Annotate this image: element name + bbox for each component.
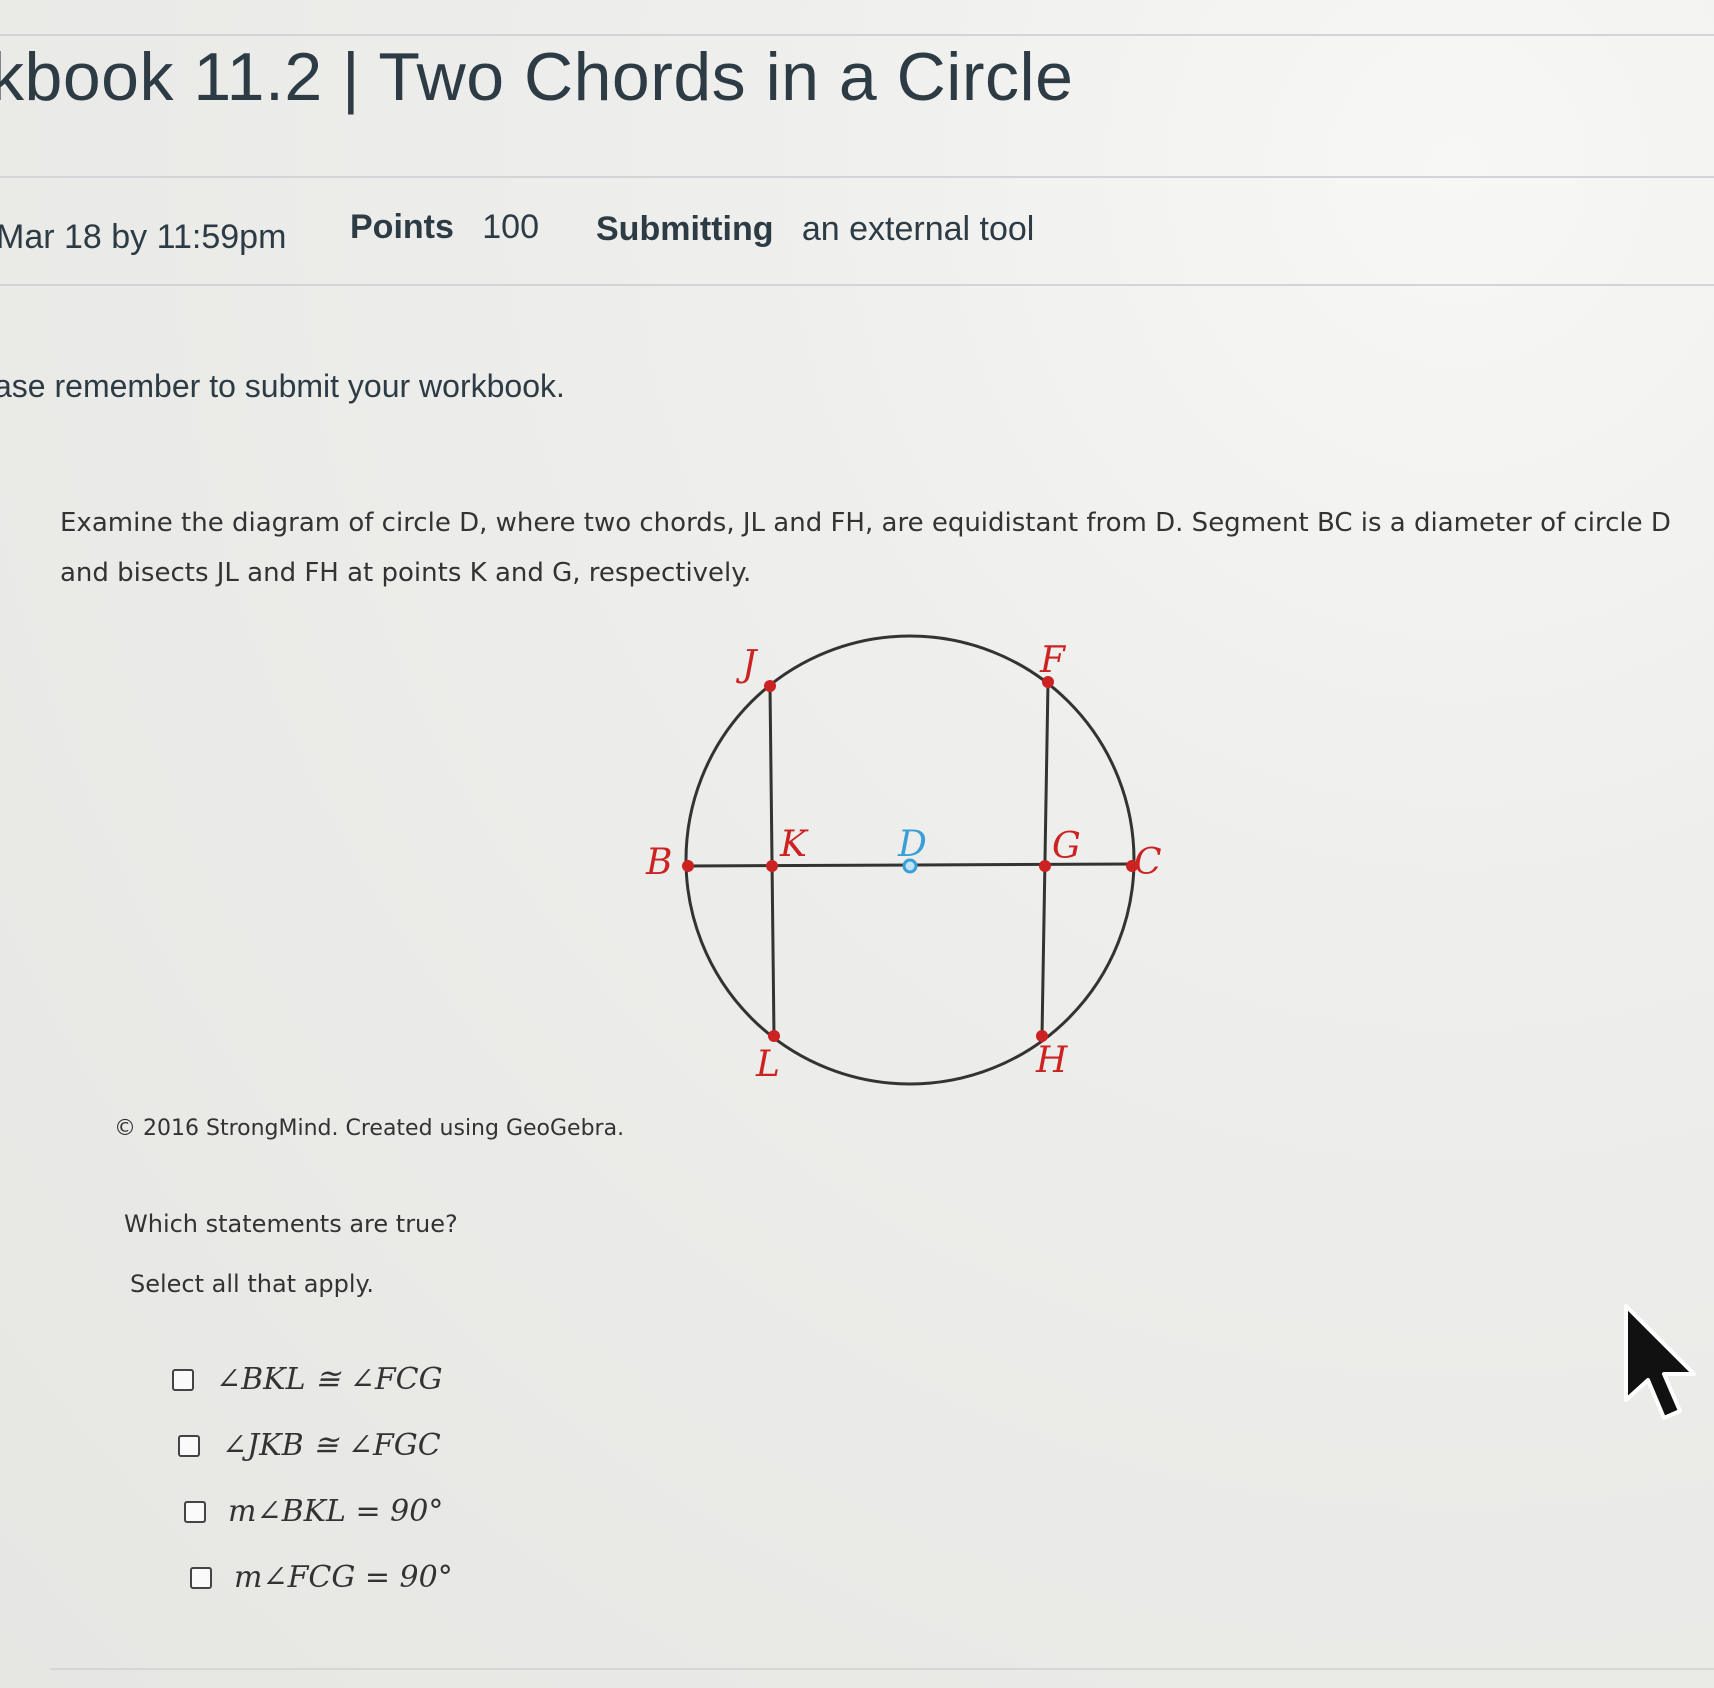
option-3-checkbox[interactable] — [184, 1500, 206, 1523]
point-j — [764, 680, 776, 692]
question-text: Which statements are true? — [124, 1210, 458, 1238]
point-f — [1042, 676, 1054, 688]
option-1-label: ∠BKL ≅ ∠FCG — [216, 1362, 443, 1397]
point-g — [1039, 860, 1051, 872]
points-info: Points 100 — [350, 208, 539, 247]
option-3-label: m∠BKL = 90° — [228, 1494, 444, 1529]
prompt-line-1: Examine the diagram of circle D, where t… — [60, 508, 1671, 538]
label-g: G — [1052, 826, 1081, 867]
submitting-label: Submitting — [596, 210, 774, 248]
option-1[interactable]: ∠BKL ≅ ∠FCG — [172, 1362, 443, 1397]
points-value: 100 — [482, 208, 539, 246]
prompt-line-2: and bisects JL and FH at points K and G,… — [60, 558, 752, 588]
label-f: F — [1039, 640, 1067, 681]
page-title: kbook 11.2 | Two Chords in a Circle — [0, 39, 1074, 115]
label-k: K — [779, 824, 809, 865]
circle-d — [684, 634, 1136, 1086]
meta-rule — [0, 284, 1714, 286]
bottom-rule — [50, 1668, 1714, 1670]
point-h — [1036, 1030, 1048, 1042]
point-k — [766, 860, 778, 872]
option-2-checkbox[interactable] — [178, 1434, 200, 1457]
point-b — [682, 860, 694, 872]
chord-jl — [768, 685, 776, 1037]
mouse-pointer-icon — [1624, 1304, 1696, 1420]
option-4-label: m∠FCG = 90° — [234, 1560, 453, 1595]
option-2-label: ∠JKB ≅ ∠FGC — [222, 1428, 441, 1463]
instruction-text: Select all that apply. — [130, 1270, 374, 1298]
option-4-checkbox[interactable] — [190, 1566, 212, 1589]
point-l — [768, 1030, 780, 1042]
problem-prompt: Examine the diagram of circle D, where t… — [60, 498, 1714, 598]
option-1-checkbox[interactable] — [172, 1368, 194, 1391]
chord-fh — [1040, 681, 1050, 1037]
option-2[interactable]: ∠JKB ≅ ∠FGC — [178, 1428, 441, 1463]
top-rule — [0, 34, 1714, 36]
label-h: H — [1035, 1040, 1068, 1081]
points-label: Points — [350, 208, 454, 246]
option-4[interactable]: m∠FCG = 90° — [190, 1560, 453, 1595]
point-d — [902, 858, 918, 874]
due-date: Mar 18 by 11:59pm — [0, 218, 287, 256]
submitting-info: Submitting an external tool — [596, 210, 1034, 249]
option-3[interactable]: m∠BKL = 90° — [184, 1494, 443, 1529]
submit-reminder: ase remember to submit your workbook. — [0, 368, 565, 404]
label-j: J — [735, 644, 759, 685]
label-d: D — [897, 824, 927, 865]
copyright-note: © 2016 StrongMind. Created using GeoGebr… — [114, 1116, 625, 1141]
title-rule — [0, 176, 1714, 178]
label-c: C — [1134, 842, 1162, 883]
label-l: L — [755, 1044, 780, 1085]
point-c — [1126, 860, 1138, 872]
diameter-bc — [685, 862, 1135, 868]
submitting-value: an external tool — [801, 210, 1035, 248]
label-b: B — [645, 842, 672, 883]
